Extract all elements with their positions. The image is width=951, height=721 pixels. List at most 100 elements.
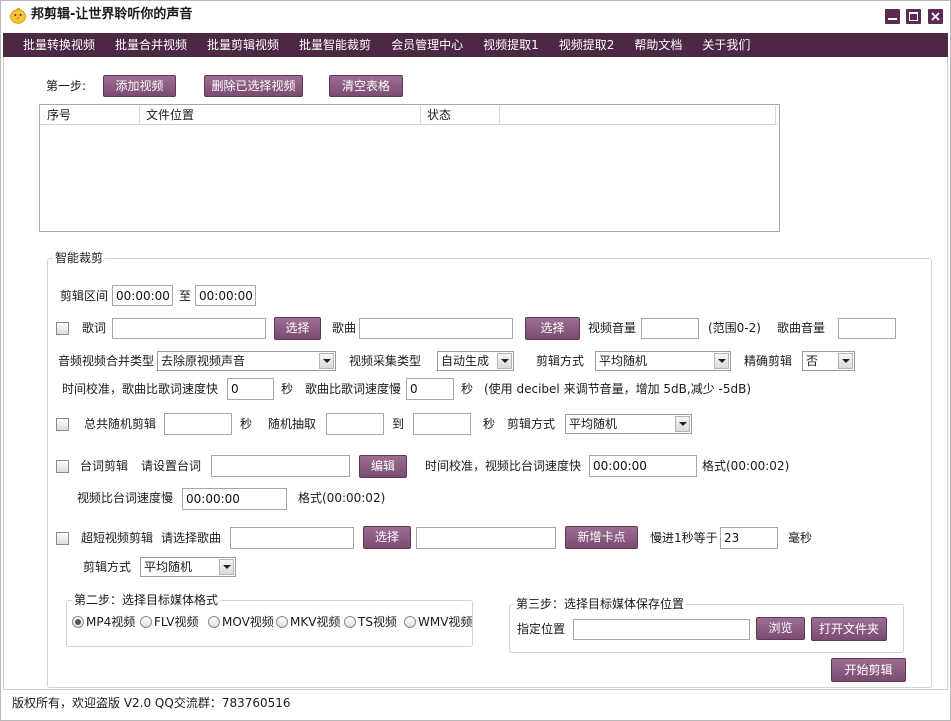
menu-item-batch-convert[interactable]: 批量转换视频 [13,33,105,57]
short-video-song-input[interactable] [230,527,354,549]
random-cut-total-input[interactable] [164,413,232,435]
radio-icon [276,616,288,628]
save-location-group-title: 第三步：选择目标媒体保存位置 [514,597,687,611]
precise-cut-value: 否 [806,354,819,368]
format-option-mov[interactable]: MOV视频 [208,615,274,629]
format-option-mkv[interactable]: MKV视频 [276,615,340,629]
random-cut-total-unit: 秒 [240,417,253,431]
column-header-status[interactable]: 状态 [421,106,500,124]
random-extract-unit: 秒 [483,417,496,431]
open-folder-button[interactable]: 打开文件夹 [811,617,887,641]
smart-cut-group-title: 智能裁剪 [53,251,106,265]
format-option-ts[interactable]: TS视频 [344,615,397,629]
cut-mode-label: 剪辑方式 [536,354,585,368]
short-video-mode-value: 平均随机 [144,560,193,574]
random-extract-to-label: 到 [392,417,405,431]
minimize-button[interactable] [885,9,900,24]
short-video-select-button[interactable]: 选择 [363,526,411,549]
short-video-mode-select[interactable]: 平均随机 [140,557,236,577]
format-option-label: WMV视频 [418,615,473,629]
subtitle-cut-checkbox[interactable] [56,460,69,473]
lyrics-input[interactable] [112,318,266,339]
subtitle-input[interactable] [211,455,350,477]
random-extract-to-input[interactable] [413,413,471,435]
browse-button[interactable]: 浏览 [756,617,805,640]
menu-item-help[interactable]: 帮助文档 [624,33,692,57]
capture-type-select[interactable]: 自动生成 [437,351,514,371]
format-option-mp4[interactable]: MP4视频 [72,615,135,629]
song-faster-input[interactable] [227,378,274,400]
slow-motion-input[interactable] [720,527,778,549]
random-cut-checkbox[interactable] [56,418,69,431]
song-select-button[interactable]: 选择 [525,317,580,340]
cut-range-start-input[interactable] [112,285,173,306]
close-button[interactable] [928,9,943,24]
song-input[interactable] [359,318,513,339]
merge-type-label: 音频视频合并类型 [58,354,155,368]
short-video-checkbox[interactable] [56,532,69,545]
song-label: 歌曲 [332,321,357,335]
cut-range-end-input[interactable] [195,285,256,306]
random-cut-mode-select[interactable]: 平均随机 [565,414,692,434]
beat-points-input[interactable] [416,527,556,549]
chevron-down-icon [219,559,234,575]
column-header-file-location[interactable]: 文件位置 [140,106,421,124]
menu-item-membership[interactable]: 会员管理中心 [381,33,473,57]
random-extract-label: 随机抽取 [268,417,317,431]
precise-cut-select[interactable]: 否 [802,351,855,371]
subtitle-prompt: 请设置台词 [141,459,202,473]
random-cut-mode-label: 剪辑方式 [507,417,556,431]
start-cut-button[interactable]: 开始剪辑 [831,658,906,682]
lyrics-select-button[interactable]: 选择 [274,317,321,340]
chick-icon [9,6,27,24]
lyrics-checkbox[interactable] [56,322,69,335]
video-faster-input[interactable] [589,455,697,477]
window-title: 邦剪辑-让世界聆听你的声音 [31,7,193,22]
menu-item-extract-2[interactable]: 视频提取2 [549,33,625,57]
precise-cut-label: 精确剪辑 [744,354,793,368]
menu-item-batch-merge[interactable]: 批量合并视频 [105,33,197,57]
save-location-input[interactable] [573,619,750,640]
subtitle-edit-button[interactable]: 编辑 [359,455,407,478]
menu-item-about[interactable]: 关于我们 [692,33,760,57]
cut-range-label: 剪辑区间 [60,289,109,303]
video-volume-input[interactable] [641,318,699,339]
merge-type-select[interactable]: 去除原视频声音 [157,351,336,371]
slow-motion-unit: 毫秒 [788,531,813,545]
song-slower-label: 歌曲比歌词速度慢 [305,382,402,396]
clear-table-button[interactable]: 清空表格 [329,75,403,97]
short-video-prompt: 请选择歌曲 [161,531,222,545]
menu-item-smart-cut[interactable]: 批量智能裁剪 [289,33,381,57]
step1-label: 第一步: [46,79,87,93]
song-volume-input[interactable] [838,318,896,339]
video-slower-format-hint: 格式(00:00:02) [298,491,386,505]
song-faster-unit: 秒 [281,382,294,396]
short-video-label: 超短视频剪辑 [81,531,154,545]
add-video-button[interactable]: 添加视频 [103,75,176,97]
video-volume-range-hint: (范围0-2) [708,321,761,335]
cut-range-to-label: 至 [179,289,192,303]
cut-mode-value: 平均随机 [599,354,648,368]
cut-mode-select[interactable]: 平均随机 [595,351,731,371]
maximize-button[interactable] [906,9,921,24]
menu-item-extract-1[interactable]: 视频提取1 [473,33,549,57]
format-option-wmv[interactable]: WMV视频 [404,615,472,629]
video-table[interactable]: 序号 文件位置 状态 [39,104,780,232]
column-header-index[interactable]: 序号 [40,106,140,124]
radio-icon [72,616,84,628]
song-slower-unit: 秒 [461,382,474,396]
video-faster-label: 时间校准，视频比台词速度快 [425,459,582,473]
volume-note: (使用 decibel 来调节音量，增加 5dB,减少 -5dB) [484,382,752,396]
format-option-flv[interactable]: FLV视频 [140,615,198,629]
video-slower-label: 视频比台词速度慢 [77,491,174,505]
video-slower-input[interactable] [182,488,287,510]
format-option-label: MKV视频 [290,615,341,629]
song-slower-input[interactable] [406,378,454,400]
format-option-label: FLV视频 [154,615,199,629]
format-option-label: MP4视频 [86,615,136,629]
add-beat-point-button[interactable]: 新增卡点 [565,526,638,549]
delete-selected-video-button[interactable]: 删除已选择视频 [204,75,303,97]
radio-icon [208,616,220,628]
random-extract-from-input[interactable] [326,413,384,435]
menu-item-batch-edit[interactable]: 批量剪辑视频 [197,33,289,57]
